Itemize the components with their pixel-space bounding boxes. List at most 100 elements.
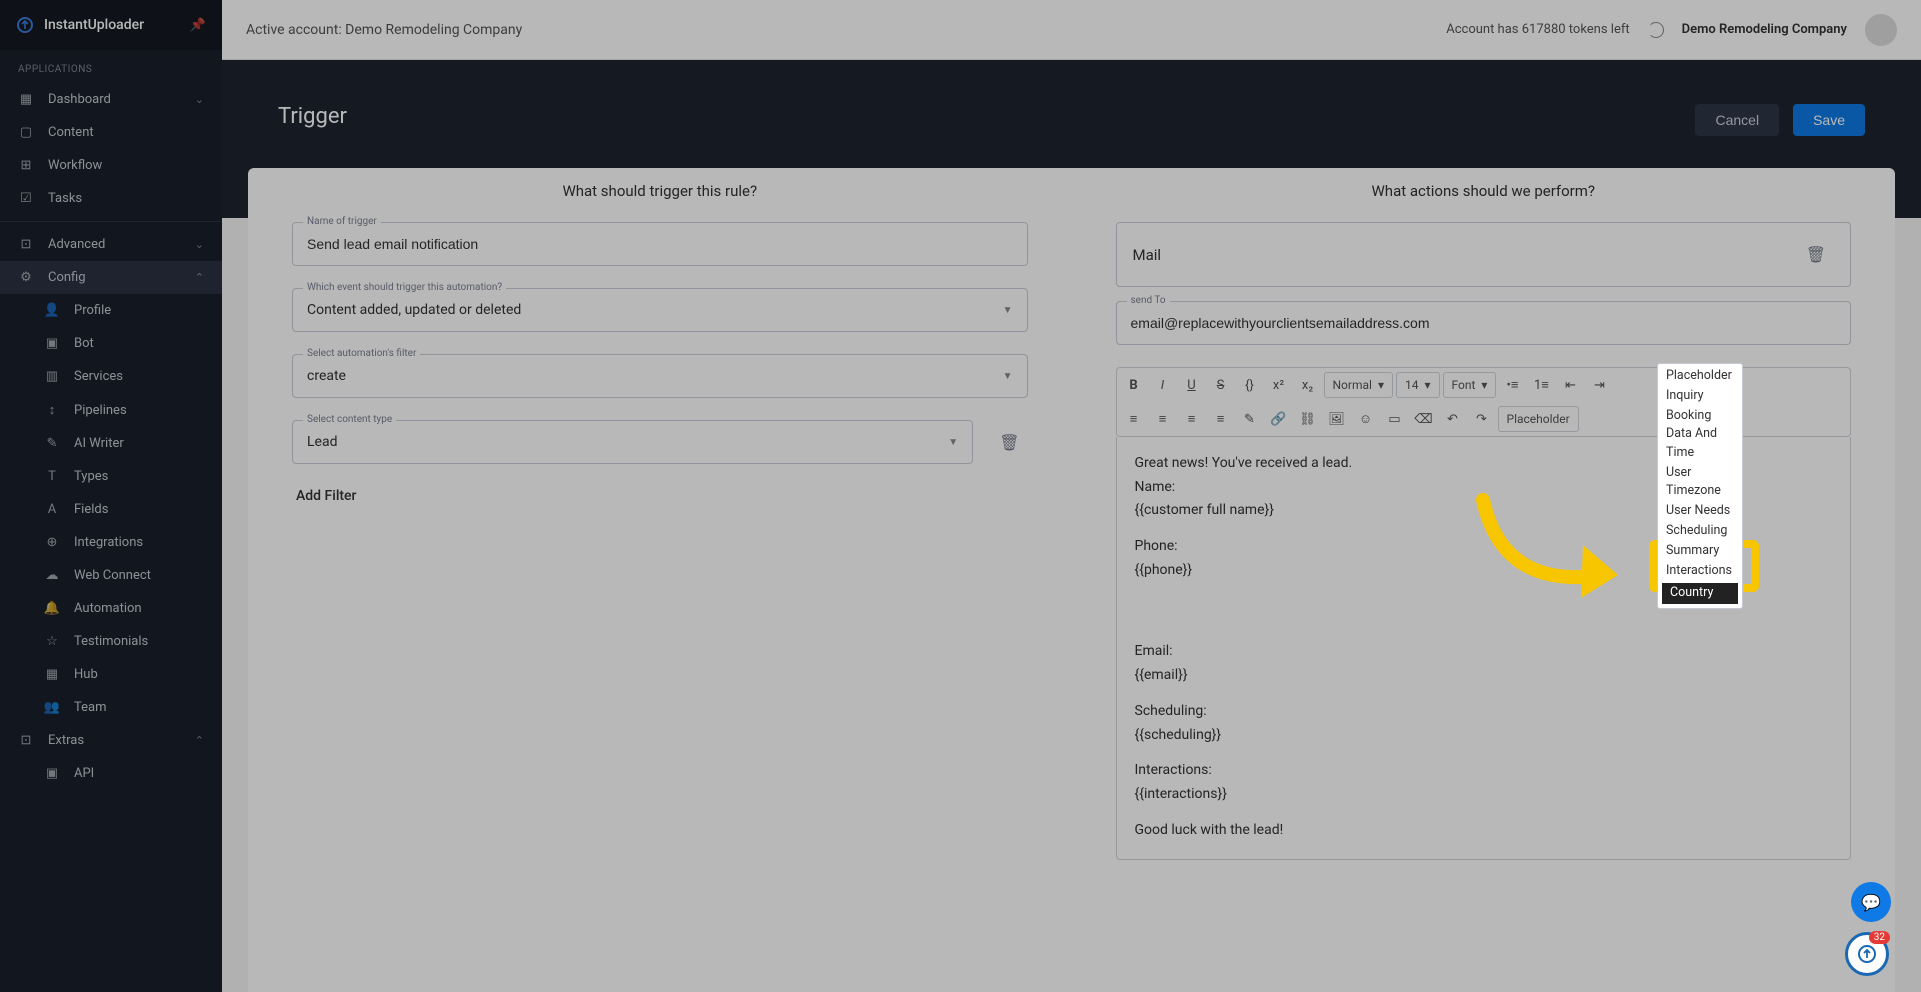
delete-filter-button[interactable]: 🗑 (991, 425, 1027, 460)
subscript-button[interactable]: x₂ (1295, 372, 1321, 398)
body-outro: Good luck with the lead! (1135, 820, 1833, 842)
refresh-icon[interactable] (1648, 22, 1664, 38)
mail-action-header: Mail 🗑 (1116, 222, 1852, 287)
sidebar-item-types[interactable]: TTypes (0, 460, 222, 493)
sidebar-item-extras[interactable]: ⊡Extras⌃ (0, 724, 222, 757)
sidebar-item-hub[interactable]: ▦Hub (0, 658, 222, 691)
align-center-button[interactable]: ≡ (1150, 406, 1176, 432)
pm-item-summary[interactable]: Summary (1658, 541, 1742, 561)
sidebar-item-content[interactable]: ▢Content (0, 116, 222, 149)
pm-item-booking[interactable]: Booking Data And Time (1658, 406, 1742, 462)
sidebar-item-tasks[interactable]: ☑Tasks (0, 182, 222, 215)
sidebar-item-team[interactable]: 👥Team (0, 691, 222, 724)
pm-item-scheduling[interactable]: Scheduling (1658, 521, 1742, 541)
align-right-button[interactable]: ≡ (1179, 406, 1205, 432)
italic-button[interactable]: I (1150, 372, 1176, 398)
trigger-name-input[interactable] (293, 223, 1027, 265)
sidebar-item-ai-writer[interactable]: ✎AI Writer (0, 427, 222, 460)
active-account-label: Active account: Demo Remodeling Company (246, 22, 522, 38)
sidebar-item-automation[interactable]: 🔔Automation (0, 592, 222, 625)
sidebar-item-integrations[interactable]: ⊕Integrations (0, 526, 222, 559)
topbar: Active account: Demo Remodeling Company … (222, 0, 1921, 60)
pin-icon[interactable]: 📌 (190, 18, 206, 33)
person-icon: 👤 (44, 303, 60, 318)
bullet-list-button[interactable]: •≡ (1499, 372, 1525, 398)
emoji-button[interactable]: ☺ (1353, 406, 1379, 432)
sidebar-item-fields[interactable]: AFields (0, 493, 222, 526)
trigger-column: What should trigger this rule? Name of t… (248, 168, 1072, 992)
sidebar-item-api[interactable]: ▣API (0, 757, 222, 790)
help-fab[interactable]: 32 (1845, 932, 1889, 976)
user-name: Demo Remodeling Company (1682, 22, 1847, 37)
superscript-button[interactable]: x² (1266, 372, 1292, 398)
underline-button[interactable]: U (1179, 372, 1205, 398)
event-select[interactable]: Which event should trigger this automati… (292, 288, 1028, 332)
redo-button[interactable]: ↷ (1469, 406, 1495, 432)
sidebar-item-label: Pipelines (74, 403, 127, 418)
color-button[interactable]: ✎ (1237, 406, 1263, 432)
pm-item-interactions[interactable]: Interactions (1658, 561, 1742, 581)
delete-action-button[interactable]: 🗑 (1798, 237, 1834, 272)
sidebar-item-bot[interactable]: ▣Bot (0, 327, 222, 360)
sidebar-item-workflow[interactable]: ⊞Workflow (0, 149, 222, 182)
clear-format-button[interactable]: ⌫ (1411, 406, 1437, 432)
sidebar-item-services[interactable]: ▥Services (0, 360, 222, 393)
sidebar-item-profile[interactable]: 👤 Profile (0, 294, 222, 327)
sidebar-item-advanced[interactable]: ⊡Advanced⌄ (0, 228, 222, 261)
placeholder-dropdown[interactable]: Placeholder Inquiry Booking Data And Tim… (1657, 363, 1743, 609)
filter-select[interactable]: Select automation's filter create▼ (292, 354, 1028, 398)
align-justify-button[interactable]: ≡ (1208, 406, 1234, 432)
sidebar-item-config[interactable]: ⚙Config⌃ (0, 261, 222, 294)
strike-button[interactable]: S (1208, 372, 1234, 398)
chat-fab[interactable]: 💬 (1851, 882, 1891, 922)
star-icon: ☆ (44, 634, 60, 649)
bold-button[interactable]: B (1121, 372, 1147, 398)
send-to-input[interactable] (1117, 302, 1851, 344)
hub-icon: ▦ (44, 667, 60, 682)
trigger-name-field[interactable]: Name of trigger (292, 222, 1028, 266)
section-applications: APPLICATIONS (0, 50, 222, 83)
unlink-button[interactable]: ⛓ (1295, 406, 1321, 432)
indent-button[interactable]: ⇥ (1586, 372, 1612, 398)
extras-submenu: ▣API (0, 757, 222, 790)
save-button[interactable]: Save (1793, 104, 1865, 136)
sidebar-item-web-connect[interactable]: ☁Web Connect (0, 559, 222, 592)
sidebar-item-pipelines[interactable]: ↕Pipelines (0, 393, 222, 427)
content-type-select[interactable]: Select content type Lead▼ (292, 420, 973, 464)
font-select[interactable]: Font ▾ (1443, 372, 1497, 398)
pm-item-inquiry[interactable]: Inquiry (1658, 386, 1742, 406)
sidebar-item-label: Profile (74, 303, 111, 318)
page-title: Trigger (278, 104, 347, 129)
help-fab-badge: 32 (1869, 931, 1890, 944)
sidebar-item-dashboard[interactable]: ▦Dashboard⌄ (0, 83, 222, 116)
undo-button[interactable]: ↶ (1440, 406, 1466, 432)
add-filter-button[interactable]: Add Filter (292, 464, 1028, 504)
tokens-left: Account has 617880 tokens left (1446, 22, 1629, 37)
tasks-icon: ☑ (18, 191, 34, 206)
number-list-button[interactable]: 1≡ (1528, 372, 1554, 398)
brand-name: InstantUploader (44, 17, 144, 33)
send-to-field[interactable]: send To (1116, 301, 1852, 345)
help-fab-icon (1856, 943, 1878, 965)
cancel-button[interactable]: Cancel (1695, 104, 1779, 136)
pm-item-country[interactable]: Country (1660, 581, 1740, 605)
sidebar-item-label: Integrations (74, 535, 143, 550)
config-submenu: 👤 Profile ▣Bot ▥Services ↕Pipelines ✎AI W… (0, 294, 222, 724)
image-button[interactable]: 🖼 (1324, 406, 1350, 432)
sidebar-item-label: Advanced (48, 237, 105, 252)
avatar[interactable] (1865, 14, 1897, 46)
pm-item-timezone[interactable]: User Timezone (1658, 463, 1742, 501)
outdent-button[interactable]: ⇤ (1557, 372, 1583, 398)
format-select[interactable]: Normal ▾ (1324, 372, 1393, 398)
pm-item-user-needs[interactable]: User Needs (1658, 501, 1742, 521)
field-label: Select content type (303, 414, 396, 425)
link-button[interactable]: 🔗 (1266, 406, 1292, 432)
align-left-button[interactable]: ≡ (1121, 406, 1147, 432)
sidebar-item-testimonials[interactable]: ☆Testimonials (0, 625, 222, 658)
media-button[interactable]: ▭ (1382, 406, 1408, 432)
sidebar-item-label: Team (74, 700, 107, 715)
sidebar-item-label: Dashboard (48, 92, 111, 107)
size-select[interactable]: 14 ▾ (1396, 372, 1440, 398)
placeholder-select[interactable]: Placeholder (1498, 406, 1579, 432)
code-block-button[interactable]: {} (1237, 372, 1263, 398)
